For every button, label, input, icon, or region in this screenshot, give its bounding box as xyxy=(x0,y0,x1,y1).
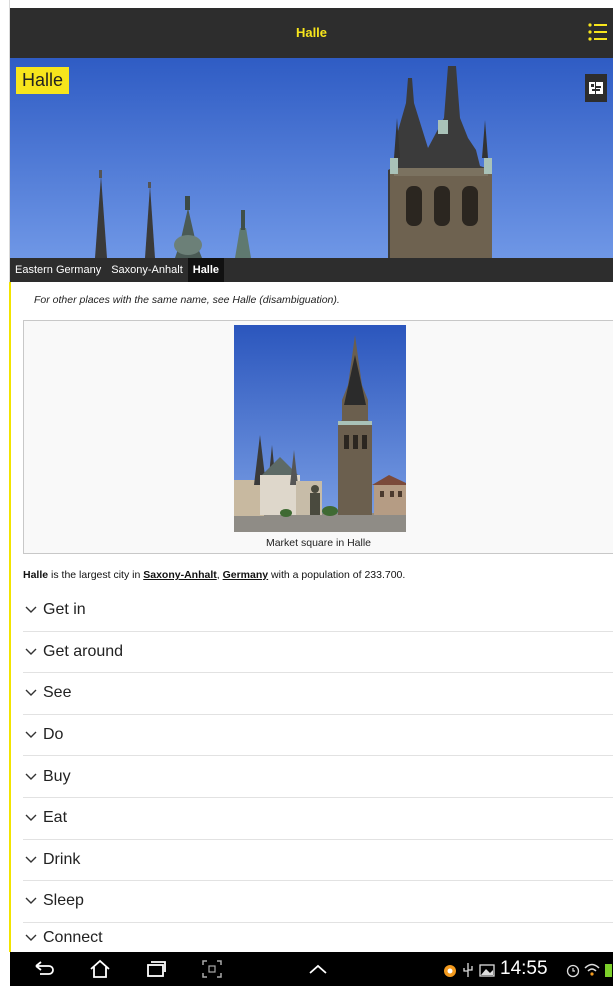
lead-text-1: is the largest city in xyxy=(48,569,144,581)
chevron-down-icon xyxy=(25,856,37,863)
section-buy[interactable]: Buy xyxy=(23,756,613,798)
chevron-down-icon xyxy=(25,648,37,655)
breadcrumb-saxony-anhalt[interactable]: Saxony-Anhalt xyxy=(106,258,188,282)
section-label: Drink xyxy=(43,850,81,868)
screenshot-icon[interactable] xyxy=(200,958,224,980)
back-icon[interactable] xyxy=(32,958,56,980)
section-label: Get in xyxy=(43,601,86,619)
section-see[interactable]: See xyxy=(23,673,613,715)
lead-text-2: with a population of 233.700. xyxy=(268,569,406,581)
app-bar-title: Halle xyxy=(295,25,328,40)
app-frame: Halle Halle Eastern Germany Saxony-Anhal… xyxy=(0,0,613,986)
system-nav-bar: 14:55 xyxy=(10,952,613,986)
home-icon[interactable] xyxy=(88,958,112,980)
chevron-up-icon[interactable] xyxy=(306,958,330,980)
chevron-down-icon xyxy=(25,689,37,697)
hero-banner: Halle xyxy=(10,58,613,258)
breadcrumb-eastern-germany[interactable]: Eastern Germany xyxy=(10,258,106,282)
notification-icon xyxy=(442,958,458,980)
section-get-around[interactable]: Get around xyxy=(23,632,613,674)
hero-title: Halle xyxy=(16,67,70,94)
section-list: Get in Get around See Do Buy Eat Drink S… xyxy=(23,590,613,953)
section-sleep[interactable]: Sleep xyxy=(23,881,613,923)
gallery-icon xyxy=(478,958,496,980)
section-do[interactable]: Do xyxy=(23,715,613,757)
chevron-down-icon xyxy=(25,897,37,905)
link-saxony-anhalt[interactable]: Saxony-Anhalt xyxy=(143,569,217,581)
app-bar: Halle xyxy=(10,8,613,58)
section-label: Sleep xyxy=(43,892,84,910)
chevron-down-icon xyxy=(25,814,37,822)
accent-edge xyxy=(9,282,11,952)
figure-caption: Market square in Halle xyxy=(265,537,372,549)
chevron-down-icon xyxy=(25,606,37,614)
section-connect[interactable]: Connect xyxy=(23,923,613,953)
section-label: Connect xyxy=(43,928,103,946)
lead-subject: Halle xyxy=(23,569,49,581)
status-clock: 14:55 xyxy=(500,958,548,979)
section-label: Eat xyxy=(43,809,68,827)
breadcrumb-halle: Halle xyxy=(187,258,225,282)
lead-paragraph: Halle is the largest city in Saxony-Anha… xyxy=(23,569,405,581)
section-get-in[interactable]: Get in xyxy=(23,590,613,632)
recent-apps-icon[interactable] xyxy=(144,958,168,980)
battery-icon xyxy=(604,958,613,980)
section-eat[interactable]: Eat xyxy=(23,798,613,840)
toc-menu-icon[interactable] xyxy=(587,21,609,43)
section-label: Get around xyxy=(43,642,124,660)
map-icon[interactable] xyxy=(585,74,607,102)
section-drink[interactable]: Drink xyxy=(23,840,613,882)
disambiguation-note[interactable]: For other places with the same name, see… xyxy=(34,294,340,306)
section-label: Do xyxy=(43,726,64,744)
hero-image xyxy=(10,58,613,258)
link-germany[interactable]: Germany xyxy=(223,569,269,581)
figure-box: Market square in Halle xyxy=(23,320,613,554)
usb-icon xyxy=(461,958,475,980)
section-label: Buy xyxy=(43,767,71,785)
chevron-down-icon xyxy=(25,773,37,780)
wifi-icon xyxy=(583,958,601,980)
market-square-image[interactable] xyxy=(234,325,406,532)
breadcrumb: Eastern Germany Saxony-Anhalt Halle xyxy=(10,258,613,282)
chevron-down-icon xyxy=(25,731,37,739)
chevron-down-icon xyxy=(25,934,37,941)
alarm-icon xyxy=(565,958,581,980)
section-label: See xyxy=(43,684,72,702)
